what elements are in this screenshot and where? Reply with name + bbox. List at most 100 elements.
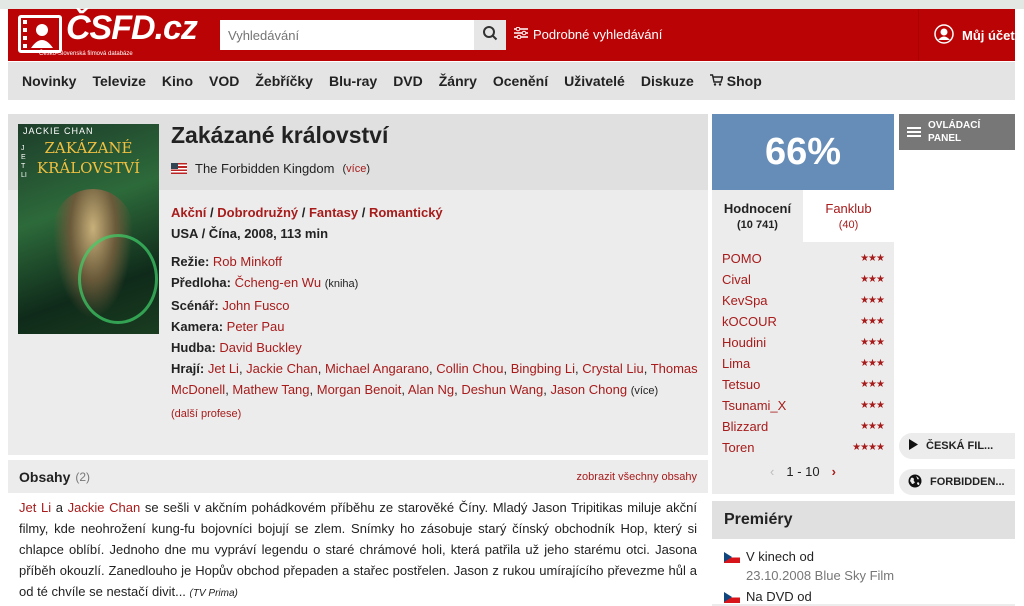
- list-item[interactable]: Blizzard ★★★: [722, 416, 885, 437]
- poster-title: ZAKÁZANÉ KRÁLOVSTVÍ: [18, 138, 159, 178]
- poster-title-line2: KRÁLOVSTVÍ: [36, 159, 141, 177]
- control-panel-button[interactable]: OVLÁDACÍ PANEL: [899, 114, 1015, 150]
- plot-actor-link[interactable]: Jackie Chan: [68, 500, 141, 515]
- cast-link[interactable]: Deshun Wang: [461, 382, 543, 397]
- user-name[interactable]: POMO: [722, 251, 762, 266]
- cast-link[interactable]: Jackie Chan: [246, 361, 318, 376]
- list-item[interactable]: Toren ★★★★: [722, 437, 885, 458]
- original-title-more[interactable]: (více): [342, 163, 370, 175]
- us-flag-icon: [171, 163, 187, 174]
- premieres-panel: Premiéry V kinech od 23.10.2008 Blue Sky…: [712, 501, 1015, 606]
- list-item[interactable]: POMO ★★★: [722, 248, 885, 269]
- director-link[interactable]: Rob Minkoff: [213, 254, 282, 269]
- user-name[interactable]: Houdini: [722, 335, 766, 350]
- list-item[interactable]: Houdini ★★★: [722, 332, 885, 353]
- stars-icon: ★★★: [860, 274, 885, 285]
- list-item[interactable]: Lima ★★★: [722, 353, 885, 374]
- cast-link[interactable]: Michael Angarano: [325, 361, 429, 376]
- genre-link[interactable]: Dobrodružný: [217, 205, 298, 220]
- genre-link[interactable]: Fantasy: [309, 205, 358, 220]
- user-name[interactable]: Blizzard: [722, 419, 768, 434]
- user-name[interactable]: KevSpa: [722, 293, 768, 308]
- nav-item-dvd[interactable]: DVD: [393, 73, 423, 89]
- nav-item-vod[interactable]: VOD: [209, 73, 239, 89]
- film-details: Akční / Dobrodružný / Fantasy / Romantic…: [171, 202, 701, 425]
- czech-film-button[interactable]: ČESKÁ FIL...: [899, 433, 1015, 459]
- list-item[interactable]: Tetsuo ★★★: [722, 374, 885, 395]
- nav-item-shop[interactable]: Shop: [709, 73, 762, 89]
- tab-fanclub-count: (40): [838, 219, 859, 231]
- stars-icon: ★★★: [860, 421, 885, 432]
- source-link[interactable]: Čcheng-en Wu: [235, 275, 321, 290]
- user-name[interactable]: Tsunami_X: [722, 398, 786, 413]
- writer-link[interactable]: John Fusco: [222, 298, 289, 313]
- search-input[interactable]: [220, 20, 468, 50]
- show-all-plots-link[interactable]: zobrazit všechny obsahy: [577, 471, 697, 483]
- user-name[interactable]: Tetsuo: [722, 377, 760, 392]
- list-item[interactable]: Tsunami_X ★★★: [722, 395, 885, 416]
- user-name[interactable]: Cival: [722, 272, 751, 287]
- premieres-list: V kinech od 23.10.2008 Blue Sky Film Na …: [712, 539, 1015, 604]
- cast-more-link[interactable]: (více): [631, 385, 659, 397]
- film-poster[interactable]: JACKIE CHAN ZAKÁZANÉ KRÁLOVSTVÍ JET LI: [18, 124, 159, 334]
- stars-icon: ★★★: [860, 316, 885, 327]
- nav-item-televize[interactable]: Televize: [92, 73, 145, 89]
- stars-icon: ★★★: [860, 295, 885, 306]
- premiere-date: 23.10.2008 Blue Sky Film: [746, 568, 895, 583]
- premiere-row-dvd: Na DVD od: [724, 589, 1003, 604]
- nav-item-diskuze[interactable]: Diskuze: [641, 73, 694, 89]
- logo-text: ČSFD.cz: [66, 9, 198, 47]
- cast-link[interactable]: Jet Li: [208, 361, 239, 376]
- nav-item-zebricky[interactable]: Žebříčky: [255, 73, 313, 89]
- cast-link[interactable]: Crystal Liu: [582, 361, 643, 376]
- rating-tabs: Hodnocení (10 741) Fanklub (40): [712, 190, 894, 242]
- user-name[interactable]: kOCOUR: [722, 314, 777, 329]
- more-professions-link[interactable]: (další profese): [171, 404, 701, 425]
- tab-fanclub[interactable]: Fanklub (40): [803, 190, 894, 242]
- premiere-label: Na DVD od: [746, 589, 812, 604]
- cast-link[interactable]: Mathew Tang: [232, 382, 309, 397]
- nav-item-novinky[interactable]: Novinky: [22, 73, 76, 89]
- search-button[interactable]: [474, 20, 506, 50]
- site-logo[interactable]: ČSFD.cz Česko-Slovenská filmová databáze: [18, 9, 198, 59]
- cast-link[interactable]: Alan Ng: [408, 382, 454, 397]
- nav-item-zanry[interactable]: Žánry: [439, 73, 477, 89]
- original-title-more-link[interactable]: více: [346, 163, 366, 175]
- genres: Akční / Dobrodružný / Fantasy / Romantic…: [171, 205, 443, 220]
- my-account-button[interactable]: Můj účet: [918, 9, 1015, 61]
- genre-link[interactable]: Romantický: [369, 205, 443, 220]
- user-name[interactable]: Toren: [722, 440, 755, 455]
- premieres-title: Premiéry: [712, 501, 1015, 539]
- rating-percent: 66%: [712, 114, 894, 190]
- globe-icon: [908, 474, 922, 491]
- cast-link[interactable]: Jason Chong: [550, 382, 627, 397]
- plot-title: Obsahy: [19, 468, 71, 485]
- control-panel-label: OVLÁDACÍ PANEL: [928, 120, 981, 144]
- list-item[interactable]: kOCOUR ★★★: [722, 311, 885, 332]
- logo-subtitle: Česko-Slovenská filmová databáze: [39, 51, 133, 57]
- music-link[interactable]: David Buckley: [219, 340, 301, 355]
- plot-actor-link[interactable]: Jet Li: [19, 500, 51, 515]
- camera-link[interactable]: Peter Pau: [227, 319, 285, 334]
- tab-ratings[interactable]: Hodnocení (10 741): [712, 190, 803, 242]
- nav-item-uzivatele[interactable]: Uživatelé: [564, 73, 625, 89]
- cast-link[interactable]: Bingbing Li: [511, 361, 575, 376]
- user-name[interactable]: Lima: [722, 356, 750, 371]
- chevron-right-icon[interactable]: ›: [832, 464, 836, 479]
- forbidden-button[interactable]: FORBIDDEN...: [899, 469, 1015, 495]
- director-row: Režie: Rob Minkoff: [171, 251, 701, 272]
- genre-link[interactable]: Akční: [171, 205, 206, 220]
- nav-item-kino[interactable]: Kino: [162, 73, 193, 89]
- cast-link[interactable]: Morgan Benoit: [317, 382, 402, 397]
- list-item[interactable]: KevSpa ★★★: [722, 290, 885, 311]
- cast-link[interactable]: Collin Chou: [436, 361, 503, 376]
- music-label: Hudba:: [171, 340, 216, 355]
- original-title: The Forbidden Kingdom: [195, 161, 335, 176]
- chevron-left-icon[interactable]: ‹: [770, 464, 774, 479]
- source-note: (kniha): [324, 278, 359, 290]
- list-item[interactable]: Cival ★★★: [722, 269, 885, 290]
- nav-item-oceneni[interactable]: Ocenění: [493, 73, 548, 89]
- nav-item-bluray[interactable]: Blu-ray: [329, 73, 377, 89]
- film-title: Zakázané království: [171, 122, 389, 148]
- advanced-search-link[interactable]: Podrobné vyhledávání: [514, 26, 662, 42]
